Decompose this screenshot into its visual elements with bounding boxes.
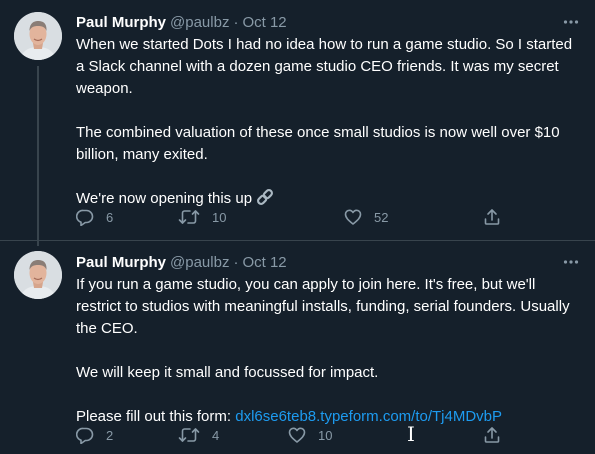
text-cursor-icon: I bbox=[407, 422, 415, 446]
reply-icon bbox=[76, 208, 94, 226]
reply-icon bbox=[76, 426, 94, 444]
reply-count: 6 bbox=[106, 209, 114, 225]
retweet-icon bbox=[178, 208, 200, 226]
tweet-text: If you run a game studio, you can apply … bbox=[76, 274, 581, 428]
like-count: 52 bbox=[374, 209, 389, 225]
tweet[interactable]: Paul Murphy @paulbz · Oct 12 If you run … bbox=[0, 240, 595, 454]
like-icon bbox=[288, 426, 306, 444]
tweet-paragraph: We will keep it small and focussed for i… bbox=[76, 364, 379, 381]
avatar[interactable] bbox=[14, 251, 62, 299]
reply-button[interactable]: 6 bbox=[76, 206, 113, 228]
retweet-count: 4 bbox=[212, 427, 220, 443]
like-icon bbox=[344, 208, 362, 226]
share-button[interactable] bbox=[483, 206, 501, 228]
tweet-date[interactable]: Oct 12 bbox=[242, 254, 286, 271]
tweet-paragraph: When we started Dots I had no idea how t… bbox=[76, 36, 573, 97]
like-button[interactable]: 10 bbox=[288, 424, 332, 446]
tweet-paragraph-text: We're now opening this up bbox=[76, 190, 253, 207]
display-name[interactable]: Paul Murphy bbox=[76, 14, 166, 31]
reply-button[interactable]: 2 bbox=[76, 424, 113, 446]
tweet-text: When we started Dots I had no idea how t… bbox=[76, 34, 581, 213]
retweet-icon bbox=[178, 426, 200, 444]
tweet-actions: 6 10 52 bbox=[76, 206, 516, 228]
tweet-date[interactable]: Oct 12 bbox=[242, 14, 286, 31]
thread-line bbox=[37, 66, 39, 246]
tweet[interactable]: Paul Murphy @paulbz · Oct 12 When we sta… bbox=[0, 0, 595, 246]
tweet-paragraph: The combined valuation of these once sma… bbox=[76, 122, 581, 166]
separator-dot: · bbox=[233, 13, 239, 31]
more-icon[interactable] bbox=[561, 252, 581, 272]
reply-count: 2 bbox=[106, 427, 114, 443]
handle[interactable]: @paulbz bbox=[170, 14, 229, 31]
tweet-header: Paul Murphy @paulbz · Oct 12 bbox=[76, 11, 287, 33]
separator-dot: · bbox=[233, 253, 239, 271]
handle[interactable]: @paulbz bbox=[170, 254, 229, 271]
avatar[interactable] bbox=[14, 12, 62, 60]
like-button[interactable]: 52 bbox=[344, 206, 388, 228]
tweet-actions: 2 4 10 I bbox=[76, 422, 516, 446]
form-link[interactable]: dxl6se6teb8.typeform.com/to/Tj4MDvbP bbox=[235, 408, 502, 425]
tweet-paragraph: If you run a game studio, you can apply … bbox=[76, 276, 570, 337]
more-icon[interactable] bbox=[561, 12, 581, 32]
retweet-button[interactable]: 10 bbox=[178, 206, 226, 228]
display-name[interactable]: Paul Murphy bbox=[76, 254, 166, 271]
share-button[interactable] bbox=[483, 424, 501, 446]
share-icon bbox=[483, 208, 501, 226]
tweet-header: Paul Murphy @paulbz · Oct 12 bbox=[76, 251, 287, 273]
form-prefix: Please fill out this form: bbox=[76, 408, 236, 425]
retweet-button[interactable]: 4 bbox=[178, 424, 219, 446]
like-count: 10 bbox=[318, 427, 333, 443]
retweet-count: 10 bbox=[212, 209, 227, 225]
share-icon bbox=[483, 426, 501, 444]
tweet-paragraph-text: The combined valuation of these once sma… bbox=[76, 124, 560, 163]
